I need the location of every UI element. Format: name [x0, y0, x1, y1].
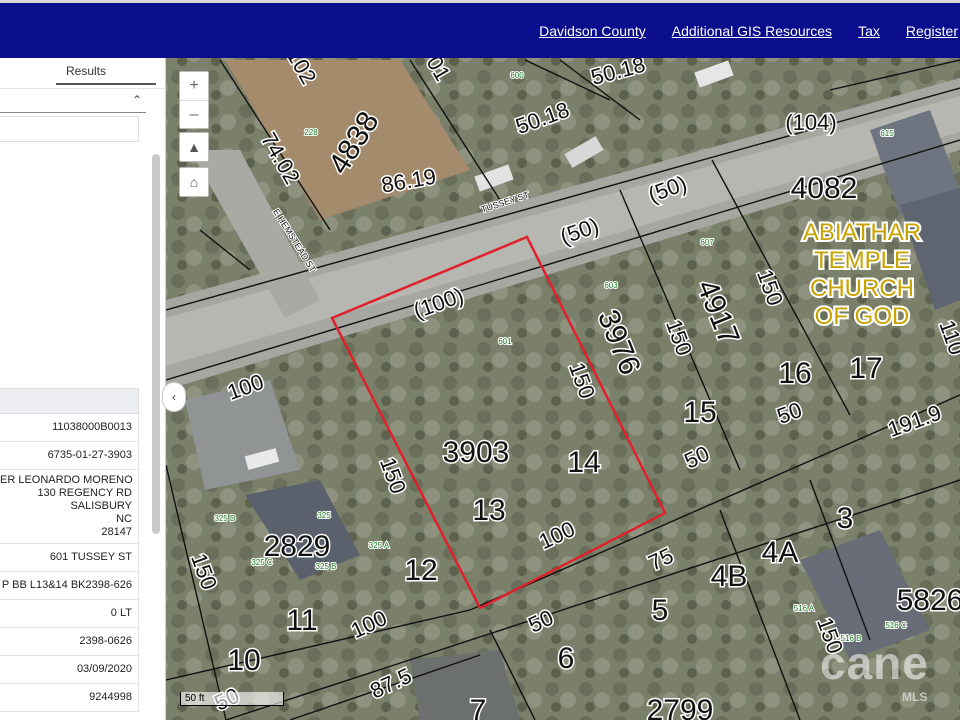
top-nav: Davidson County Additional GIS Resources…: [539, 23, 960, 39]
attr-legal-description: P BB L13&14 BK2398-626: [0, 572, 139, 600]
address-label: 325 A: [369, 541, 390, 550]
result-item-box[interactable]: [0, 116, 139, 142]
attr-owner-name: ER LEONARDO MORENO: [0, 474, 133, 486]
map-view[interactable]: TUSSEY ST E HEMSTEAD ST ABIATHAR TEMPLE CHUR…: [166, 58, 960, 720]
attr-deed-book: 2398-0626: [0, 628, 139, 656]
nav-register[interactable]: Register: [906, 23, 958, 39]
address-label: 615: [880, 129, 894, 138]
attr-owner-zip: 28147: [101, 526, 132, 538]
parcel-map-svg[interactable]: TUSSEY STE HEMSTEAD ST ABIATHARTEMPLECHUR…: [166, 58, 960, 720]
attribute-table-header: [0, 388, 139, 414]
chevron-up-icon[interactable]: ⌃: [132, 93, 142, 107]
lot-number: 16: [778, 357, 811, 390]
nav-additional-gis-resources[interactable]: Additional GIS Resources: [672, 23, 832, 39]
attr-owner-city: SALISBURY: [70, 500, 132, 512]
address-label: 516 A: [794, 604, 815, 613]
parcel-number: 3903: [443, 436, 510, 469]
address-label: 600: [510, 71, 524, 80]
address-label: 601: [498, 337, 512, 346]
lot-number: 4A: [762, 536, 799, 569]
compass-icon[interactable]: ▲: [179, 132, 209, 162]
lot-number: 5: [652, 594, 669, 627]
mls-watermark-sub: MLS: [902, 690, 928, 704]
parcel-number: 2829: [264, 530, 331, 563]
lot-number: 17: [849, 352, 882, 385]
lot-number: 15: [683, 396, 716, 429]
top-header: Davidson County Additional GIS Resources…: [0, 0, 960, 58]
attr-parcel-id: 11038000B0013: [0, 414, 139, 442]
nav-tax[interactable]: Tax: [858, 23, 880, 39]
home-icon[interactable]: ⌂: [179, 167, 209, 197]
church-label: OF GOD: [815, 303, 910, 330]
lot-number: 3: [837, 502, 854, 535]
attr-pin: 6735-01-27-3903: [0, 442, 139, 470]
scale-bar: 50 ft: [180, 692, 284, 706]
section-collapse-row[interactable]: ⌃: [0, 90, 146, 113]
address-label: 325 B: [316, 562, 337, 571]
church-label: TEMPLE: [814, 247, 910, 274]
lot-number: 14: [567, 446, 600, 479]
address-label: 607: [700, 238, 714, 247]
lot-number: 13: [472, 494, 505, 527]
attr-owner-street: 130 REGENCY RD: [37, 487, 132, 499]
zoom-in-button[interactable]: +: [180, 72, 208, 101]
church-label: CHURCH: [810, 275, 914, 302]
nav-davidson-county[interactable]: Davidson County: [539, 23, 646, 39]
attribute-table: 11038000B0013 6735-01-27-3903 ER LEONARD…: [0, 388, 139, 712]
address-label: 603: [604, 281, 618, 290]
address-label: 325 D: [214, 514, 236, 523]
lot-number: 11: [286, 604, 317, 637]
results-panel: Results ⌃ 11038000B0013 6735-01-27-3903 …: [0, 58, 166, 720]
dimension-label: (104): [785, 110, 836, 135]
lot-number: 12: [404, 554, 437, 587]
zoom-control: + –: [179, 71, 209, 129]
tab-results-label: Results: [55, 64, 156, 85]
attr-account-number: 9244998: [0, 684, 139, 712]
zoom-out-button[interactable]: –: [180, 101, 208, 129]
collapse-panel-button[interactable]: ‹: [162, 382, 186, 412]
parcel-number: 2799: [647, 694, 714, 720]
address-label: 228: [304, 128, 318, 137]
panel-scrollbar[interactable]: [152, 154, 160, 534]
attr-site-address: 601 TUSSEY ST: [0, 544, 139, 572]
parcel-number: 5826: [897, 584, 960, 617]
attr-owner-state: NC: [116, 513, 132, 525]
attr-acreage: 0 LT: [0, 600, 139, 628]
lot-number: 4B: [711, 560, 748, 593]
lot-number: 7: [470, 694, 487, 720]
tab-results[interactable]: Results: [0, 64, 156, 85]
parcel-number: 4082: [791, 172, 858, 205]
address-label: 325: [317, 511, 331, 520]
church-label: ABIATHAR: [803, 219, 921, 246]
mls-watermark-logo: cane: [820, 637, 929, 689]
address-label: 325 C: [251, 558, 273, 567]
attr-sale-date: 03/09/2020: [0, 656, 139, 684]
lot-number: 10: [227, 644, 260, 677]
lot-number: 6: [558, 642, 575, 675]
panel-tabbar: Results: [0, 58, 165, 89]
attr-owner-block: ER LEONARDO MORENO 130 REGENCY RD SALISB…: [0, 470, 139, 544]
address-label: 516 C: [885, 621, 907, 630]
